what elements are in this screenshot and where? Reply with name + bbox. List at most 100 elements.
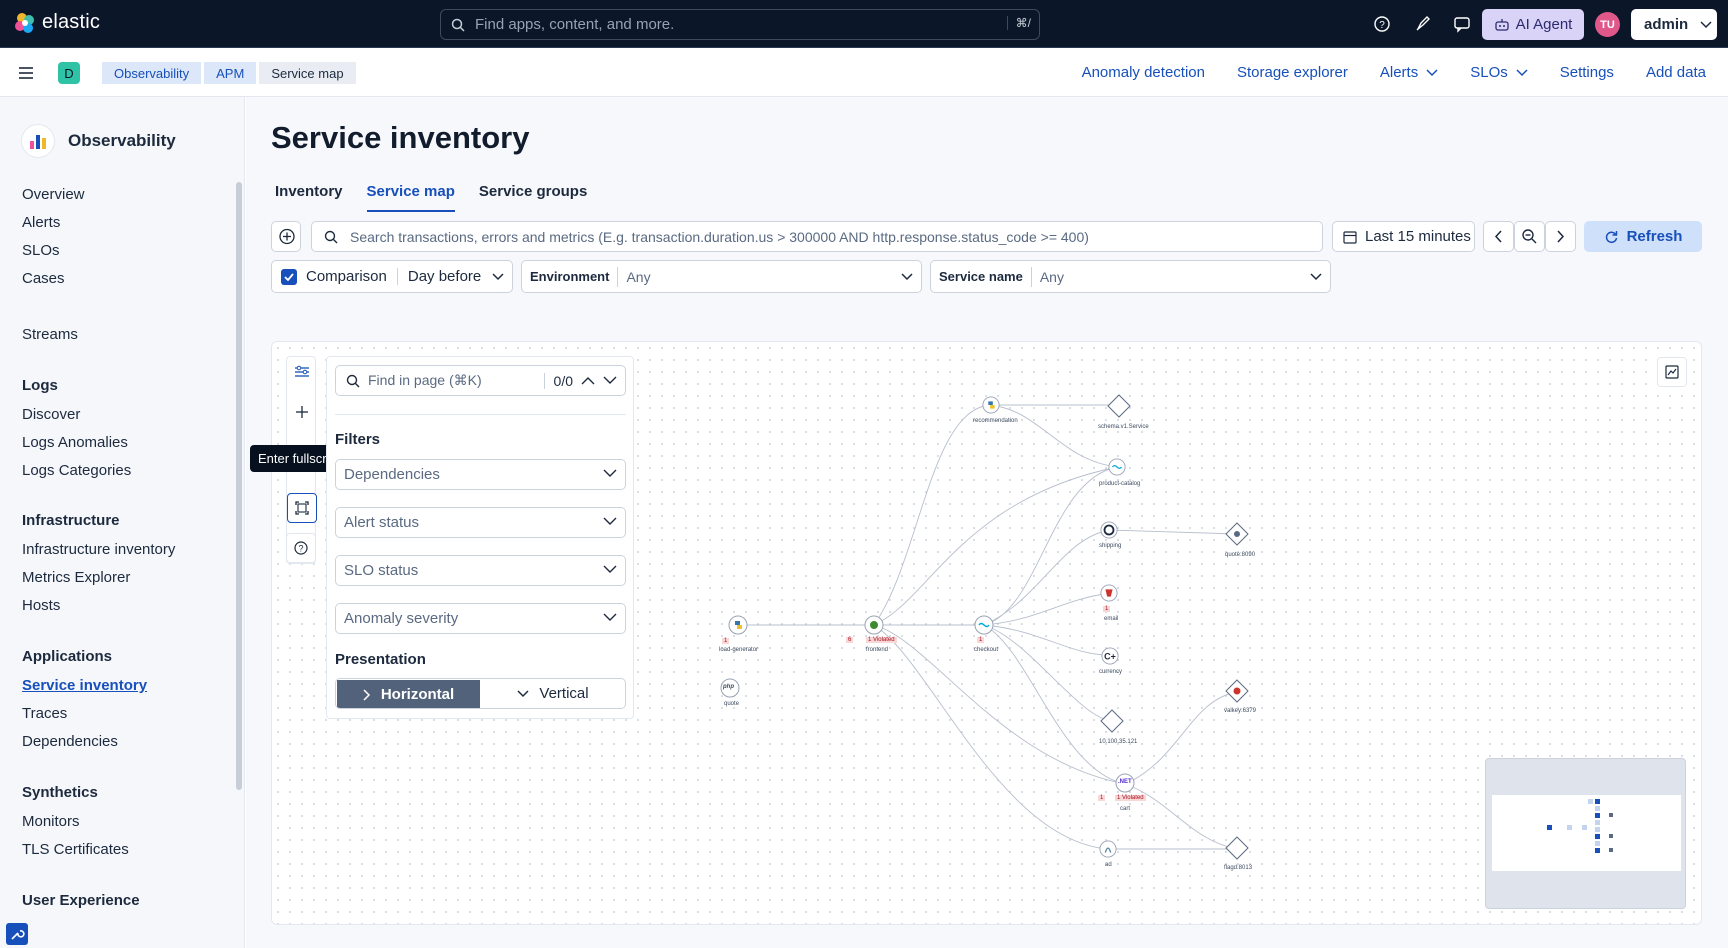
dependencies-filter-label: Dependencies (344, 466, 440, 483)
environment-select[interactable]: Environment Any (521, 260, 922, 293)
badge-load-generator: 1 (722, 638, 730, 644)
chevron-down-icon[interactable] (603, 376, 617, 385)
dev-tools-button[interactable] (6, 923, 28, 945)
sidebar-item-cases[interactable]: Cases (22, 270, 65, 287)
node-ip-dependency[interactable] (1100, 709, 1124, 733)
vertical-layout-button[interactable]: Vertical (481, 679, 625, 708)
service-map-minimap[interactable] (1485, 758, 1686, 909)
sidebar-item-traces[interactable]: Traces (22, 705, 67, 722)
refresh-button[interactable]: Refresh (1584, 221, 1702, 252)
ai-agent-button[interactable]: AI Agent (1482, 9, 1584, 40)
label-quote-dependency: quote:8090 (1225, 552, 1256, 558)
node-email[interactable] (1100, 584, 1118, 602)
sidebar-scrollbar[interactable] (236, 182, 242, 790)
anomaly-severity-filter-select[interactable]: Anomaly severity (335, 603, 626, 634)
service-name-select[interactable]: Service name Any (930, 260, 1331, 293)
node-load-generator[interactable] (728, 615, 748, 635)
label-flagd: flagd:8013 (1224, 865, 1253, 871)
label-checkout: checkout (974, 647, 999, 653)
sidebar-item-logs-categories[interactable]: Logs Categories (22, 462, 131, 479)
tab-service-groups[interactable]: Service groups (479, 183, 587, 212)
chevron-left-icon (1494, 230, 1502, 243)
sidebar-item-slos[interactable]: SLOs (22, 242, 60, 259)
space-avatar[interactable]: D (58, 62, 80, 84)
anomaly-detection-link[interactable]: Anomaly detection (1082, 64, 1205, 81)
alert-status-filter-select[interactable]: Alert status (335, 507, 626, 538)
map-help-button[interactable]: ? (286, 533, 316, 563)
breadcrumb-observability[interactable]: Observability (102, 62, 202, 84)
user-avatar[interactable]: TU (1595, 12, 1620, 37)
sidebar-item-infrastructure-inventory[interactable]: Infrastructure inventory (22, 541, 175, 558)
settings-sliders-icon[interactable] (287, 357, 317, 387)
node-schema-service[interactable] (1107, 394, 1131, 418)
zoom-out-time-button[interactable] (1514, 221, 1545, 252)
zoom-in-icon[interactable] (287, 397, 317, 427)
alerts-menu-label: Alerts (1379, 64, 1419, 81)
add-visualization-button[interactable] (1657, 357, 1687, 387)
feedback-icon[interactable] (1452, 14, 1472, 34)
next-time-button[interactable] (1545, 221, 1576, 252)
comparison-checkbox[interactable] (281, 268, 297, 285)
sidebar-item-overview[interactable]: Overview (22, 186, 85, 203)
sidebar-item-dependencies[interactable]: Dependencies (22, 733, 118, 750)
time-range-picker[interactable]: Last 15 minutes (1332, 221, 1475, 252)
alerts-menu[interactable]: Alerts (1380, 64, 1438, 81)
previous-time-button[interactable] (1483, 221, 1514, 252)
chevron-down-icon (603, 613, 617, 621)
admin-menu-button[interactable]: admin (1631, 9, 1717, 40)
node-currency[interactable]: C+ (1101, 647, 1119, 665)
add-filter-button[interactable] (271, 221, 301, 252)
sidebar-item-hosts[interactable]: Hosts (22, 597, 60, 614)
dependencies-filter-select[interactable]: Dependencies (335, 459, 626, 490)
node-shipping[interactable] (1100, 521, 1118, 539)
service-name-value: Any (1039, 268, 1064, 285)
svg-text:C+: C+ (1104, 652, 1116, 662)
find-placeholder: Find in page (⌘K) (368, 372, 482, 388)
sidebar-item-metrics-explorer[interactable]: Metrics Explorer (22, 569, 130, 586)
slo-status-filter-label: SLO status (344, 562, 419, 579)
node-flagd[interactable] (1225, 836, 1249, 860)
comparison-select[interactable]: Day before (398, 268, 492, 285)
node-valkey[interactable] (1225, 679, 1249, 703)
node-ad[interactable] (1099, 840, 1117, 858)
hamburger-menu-icon[interactable] (19, 67, 33, 79)
sidebar-item-tls-certificates[interactable]: TLS Certificates (22, 841, 129, 858)
calendar-icon (1343, 230, 1357, 244)
storage-explorer-link[interactable]: Storage explorer (1237, 64, 1348, 81)
query-search-input[interactable]: Search transactions, errors and metrics … (311, 221, 1323, 252)
chevron-right-icon (363, 688, 370, 701)
tab-service-map[interactable]: Service map (366, 183, 455, 212)
zoom-out-icon (1522, 229, 1537, 244)
node-checkout[interactable] (974, 615, 994, 635)
fullscreen-button[interactable] (287, 493, 317, 523)
label-currency: currency (1099, 669, 1123, 675)
help-icon[interactable]: ? (1372, 14, 1392, 34)
rocket-icon[interactable] (1413, 14, 1433, 34)
sidebar-item-discover[interactable]: Discover (22, 406, 80, 423)
sidebar-section-user-experience: User Experience (22, 892, 140, 909)
breadcrumb-apm[interactable]: APM (204, 62, 257, 84)
slos-menu[interactable]: SLOs (1470, 64, 1528, 81)
slo-status-filter-select[interactable]: SLO status (335, 555, 626, 586)
global-search-input[interactable]: Find apps, content, and more. ⌘/ (440, 9, 1040, 40)
tab-inventory[interactable]: Inventory (275, 183, 343, 212)
sidebar-item-service-inventory[interactable]: Service inventory (22, 677, 147, 694)
find-in-page-input[interactable]: Find in page (⌘K) 0/0 (335, 365, 626, 396)
breadcrumb-service-map: Service map (259, 62, 356, 84)
chevron-up-icon[interactable] (581, 376, 595, 385)
sidebar-item-monitors[interactable]: Monitors (22, 813, 80, 830)
node-frontend[interactable] (864, 615, 884, 635)
sidebar-item-streams[interactable]: Streams (22, 326, 78, 343)
node-quote-dependency[interactable] (1225, 522, 1249, 546)
horizontal-layout-button[interactable]: Horizontal (337, 680, 480, 708)
add-data-link[interactable]: Add data (1646, 64, 1706, 81)
time-range-label: Last 15 minutes (1365, 228, 1471, 245)
sidebar-item-logs-anomalies[interactable]: Logs Anomalies (22, 434, 128, 451)
badge-checkout: 1 (977, 637, 985, 643)
node-product-catalog[interactable] (1108, 458, 1126, 476)
elastic-logo[interactable]: elastic (14, 11, 100, 34)
sidebar-item-alerts[interactable]: Alerts (22, 214, 60, 231)
settings-link[interactable]: Settings (1560, 64, 1614, 81)
label-recommendation: recommendation (973, 418, 1018, 424)
node-recommendation[interactable] (982, 396, 1000, 414)
